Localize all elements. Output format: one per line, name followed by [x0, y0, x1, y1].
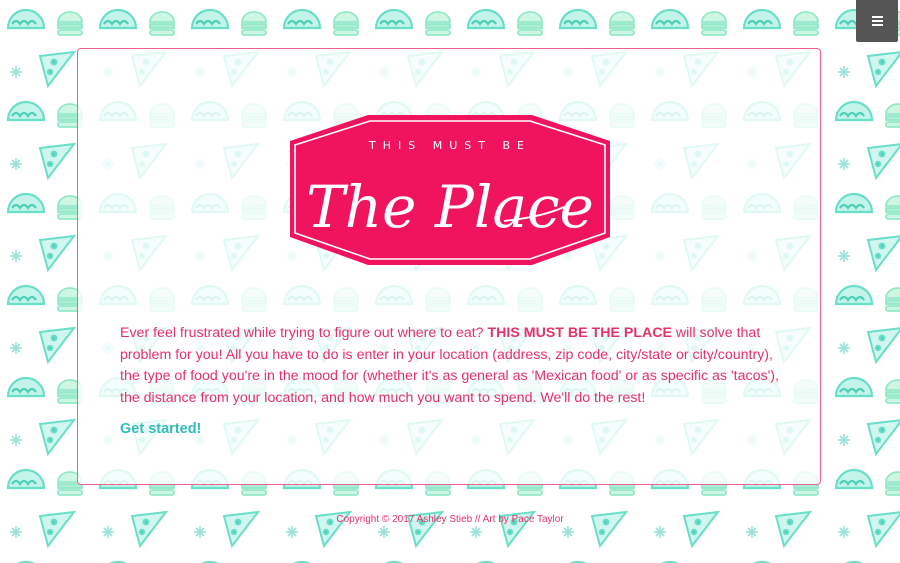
logo-top-text: THIS MUST BE — [368, 139, 531, 152]
intro-text-before: Ever feel frustrated while trying to fig… — [120, 325, 488, 341]
menu-button[interactable] — [856, 0, 898, 42]
intro-description: Ever feel frustrated while trying to fig… — [120, 323, 782, 409]
footer-copyright: Copyright © 2017 Ashley Stieb // Art by … — [336, 514, 564, 525]
intro-card: THIS MUST BE The Place Ever feel frustra… — [77, 48, 821, 485]
this-must-be-the-place-logo: THIS MUST BE The Place — [290, 115, 610, 265]
app-name-highlight: THIS MUST BE THE PLACE — [487, 325, 672, 341]
get-started-link[interactable]: Get started! — [120, 421, 201, 437]
hamburger-icon — [871, 16, 883, 26]
logo-main-text: The Place — [306, 173, 594, 241]
